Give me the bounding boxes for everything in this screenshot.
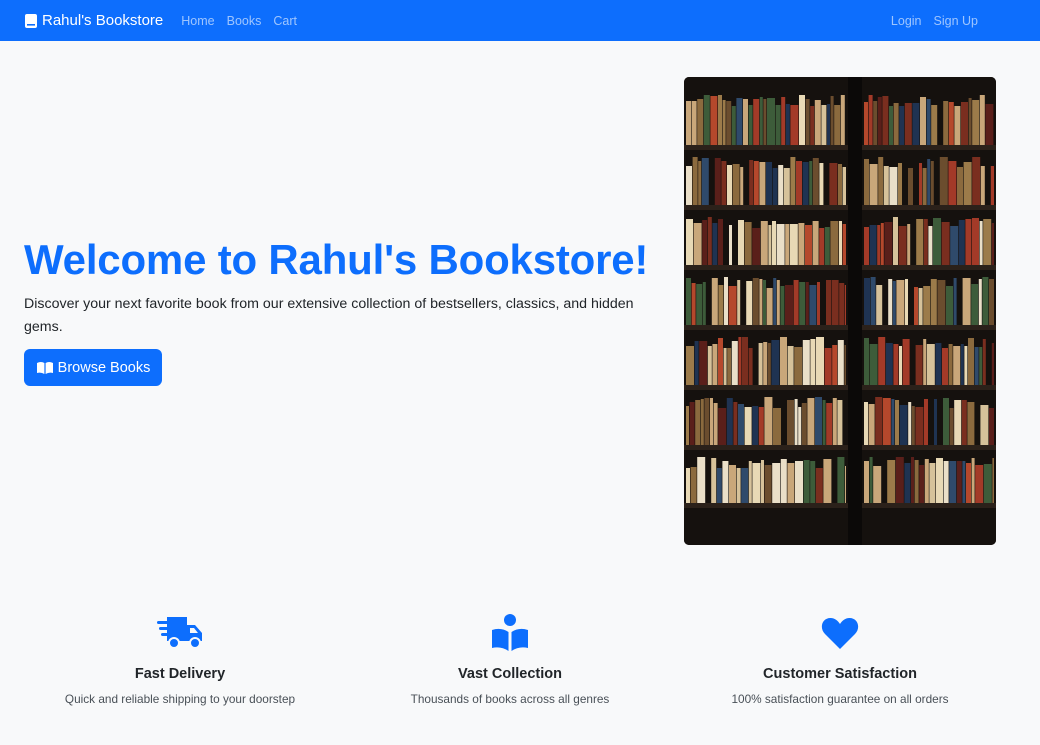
nav-signup[interactable]: Sign Up [934, 14, 978, 28]
heart-icon [821, 618, 859, 649]
nav-auth-links: Login Sign Up [879, 14, 978, 28]
open-book-icon [36, 361, 53, 374]
book-icon [25, 13, 37, 28]
feature-text: 100% satisfaction guarantee on all order… [731, 692, 949, 706]
feature-title: Customer Satisfaction [763, 666, 917, 682]
nav-cart[interactable]: Cart [273, 14, 297, 28]
feature-fast-delivery: Fast Delivery Quick and reliable shippin… [15, 612, 345, 706]
reader-icon [492, 614, 528, 651]
nav-books[interactable]: Books [227, 14, 262, 28]
nav-home[interactable]: Home [181, 14, 214, 28]
feature-text: Thousands of books across all genres [410, 692, 610, 706]
feature-customer-satisfaction: Customer Satisfaction 100% satisfaction … [675, 612, 1005, 706]
hero-title: Welcome to Rahul's Bookstore! [24, 236, 649, 283]
bookshelf-photo [684, 77, 996, 545]
brand-label: Rahul's Bookstore [42, 12, 164, 29]
feature-text: Quick and reliable shipping to your door… [64, 692, 296, 706]
navbar: Rahul's Bookstore Home Books Cart Login … [0, 0, 1040, 41]
brand-link[interactable]: Rahul's Bookstore [24, 12, 163, 29]
hero-lead: Discover your next favorite book from ou… [24, 296, 634, 335]
nav-login[interactable]: Login [891, 14, 922, 28]
feature-vast-collection: Vast Collection Thousands of books acros… [345, 612, 675, 706]
truck-icon [157, 617, 202, 649]
browse-books-label: Browse Books [57, 359, 151, 376]
browse-books-button[interactable]: Browse Books [24, 349, 162, 386]
feature-title: Fast Delivery [134, 666, 226, 682]
feature-title: Vast Collection [458, 666, 562, 682]
